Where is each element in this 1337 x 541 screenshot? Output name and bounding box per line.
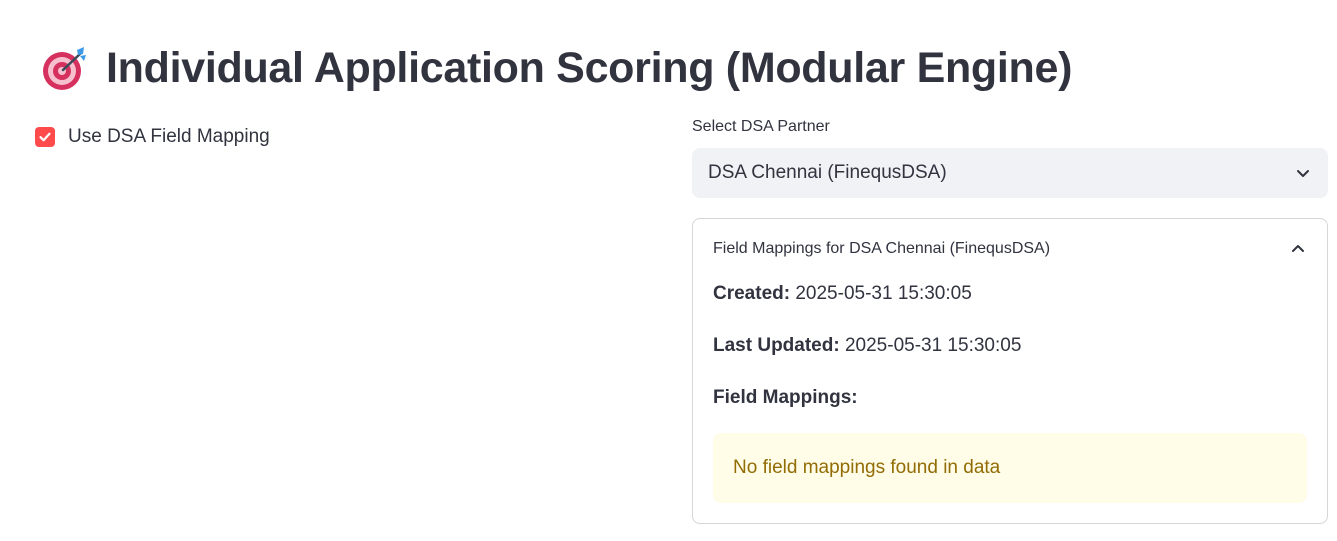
created-label: Created: xyxy=(713,283,791,304)
checkbox-label: Use DSA Field Mapping xyxy=(68,126,270,147)
select-dsa-label: Select DSA Partner xyxy=(692,118,830,135)
last-updated-label: Last Updated: xyxy=(713,335,840,356)
chevron-up-icon[interactable] xyxy=(1289,240,1307,258)
warning-text: No field mappings found in data xyxy=(733,457,1001,478)
chevron-down-icon[interactable] xyxy=(1294,164,1312,182)
warning-alert: No field mappings found in data xyxy=(713,433,1307,503)
page-title: Individual Application Scoring (Modular … xyxy=(106,43,1073,92)
expander-header[interactable]: Field Mappings for DSA Chennai (FinequsD… xyxy=(713,235,1307,263)
field-mappings-expander: Field Mappings for DSA Chennai (FinequsD… xyxy=(692,218,1328,524)
direct-hit-target-icon xyxy=(40,44,88,92)
last-updated-value: 2025-05-31 15:30:05 xyxy=(844,335,1022,356)
field-mappings-label: Field Mappings: xyxy=(713,387,858,408)
use-dsa-mapping-checkbox[interactable]: Use DSA Field Mapping xyxy=(35,126,270,148)
expander-title: Field Mappings for DSA Chennai (FinequsD… xyxy=(713,240,1051,257)
select-value: DSA Chennai (FinequsDSA) xyxy=(708,162,947,183)
field-mappings-heading: Field Mappings: xyxy=(713,387,858,409)
page-title-row: Individual Application Scoring (Modular … xyxy=(40,40,1072,96)
last-updated-line: Last Updated: 2025-05-31 15:30:05 xyxy=(713,335,1021,357)
app-page: Individual Application Scoring (Modular … xyxy=(0,0,1337,541)
checkbox-checked-icon[interactable] xyxy=(35,127,55,147)
created-value: 2025-05-31 15:30:05 xyxy=(795,283,972,304)
dsa-partner-select[interactable]: DSA Chennai (FinequsDSA) xyxy=(692,148,1328,198)
created-line: Created: 2025-05-31 15:30:05 xyxy=(713,283,972,305)
